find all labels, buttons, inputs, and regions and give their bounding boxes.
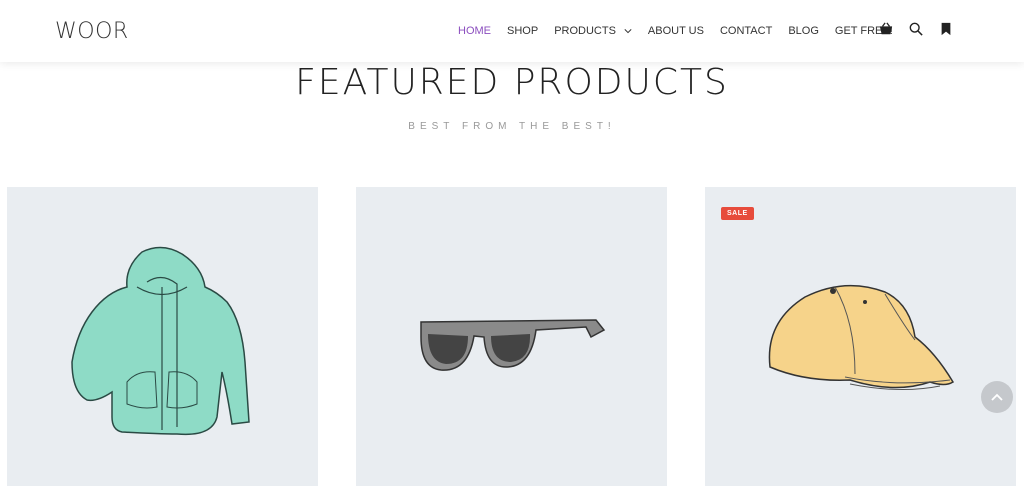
nav-shop[interactable]: SHOP [507,25,538,37]
sunglasses-image [420,319,606,371]
cap-image [768,284,955,391]
nav-contact[interactable]: CONTACT [720,25,772,37]
chevron-up-icon [991,393,1003,401]
nav-products[interactable]: PRODUCTS [554,25,632,37]
product-card-hoodie[interactable] [7,187,318,486]
nav-about-us[interactable]: ABOUT US [648,25,704,37]
hoodie-image [71,246,250,436]
sale-badge: SALE [721,207,754,220]
scroll-to-top-button[interactable] [981,381,1013,413]
cart-icon[interactable] [878,21,894,37]
search-icon[interactable] [908,21,924,37]
section-title: FEATURED PRODUCTS [295,62,729,103]
site-logo[interactable]: WOOR [55,19,129,44]
section-subtitle: BEST FROM THE BEST! [408,121,616,132]
header-icons [878,21,954,37]
nav-blog[interactable]: BLOG [788,25,819,37]
product-card-sunglasses[interactable] [356,187,667,486]
product-card-cap[interactable]: SALE [705,187,1016,486]
bookmark-icon[interactable] [938,21,954,37]
chevron-down-icon [624,29,632,34]
site-header: WOOR HOME SHOP PRODUCTS ABOUT US CONTACT… [0,0,1024,62]
nav-home[interactable]: HOME [458,25,491,37]
main-nav: HOME SHOP PRODUCTS ABOUT US CONTACT BLOG… [458,0,909,62]
